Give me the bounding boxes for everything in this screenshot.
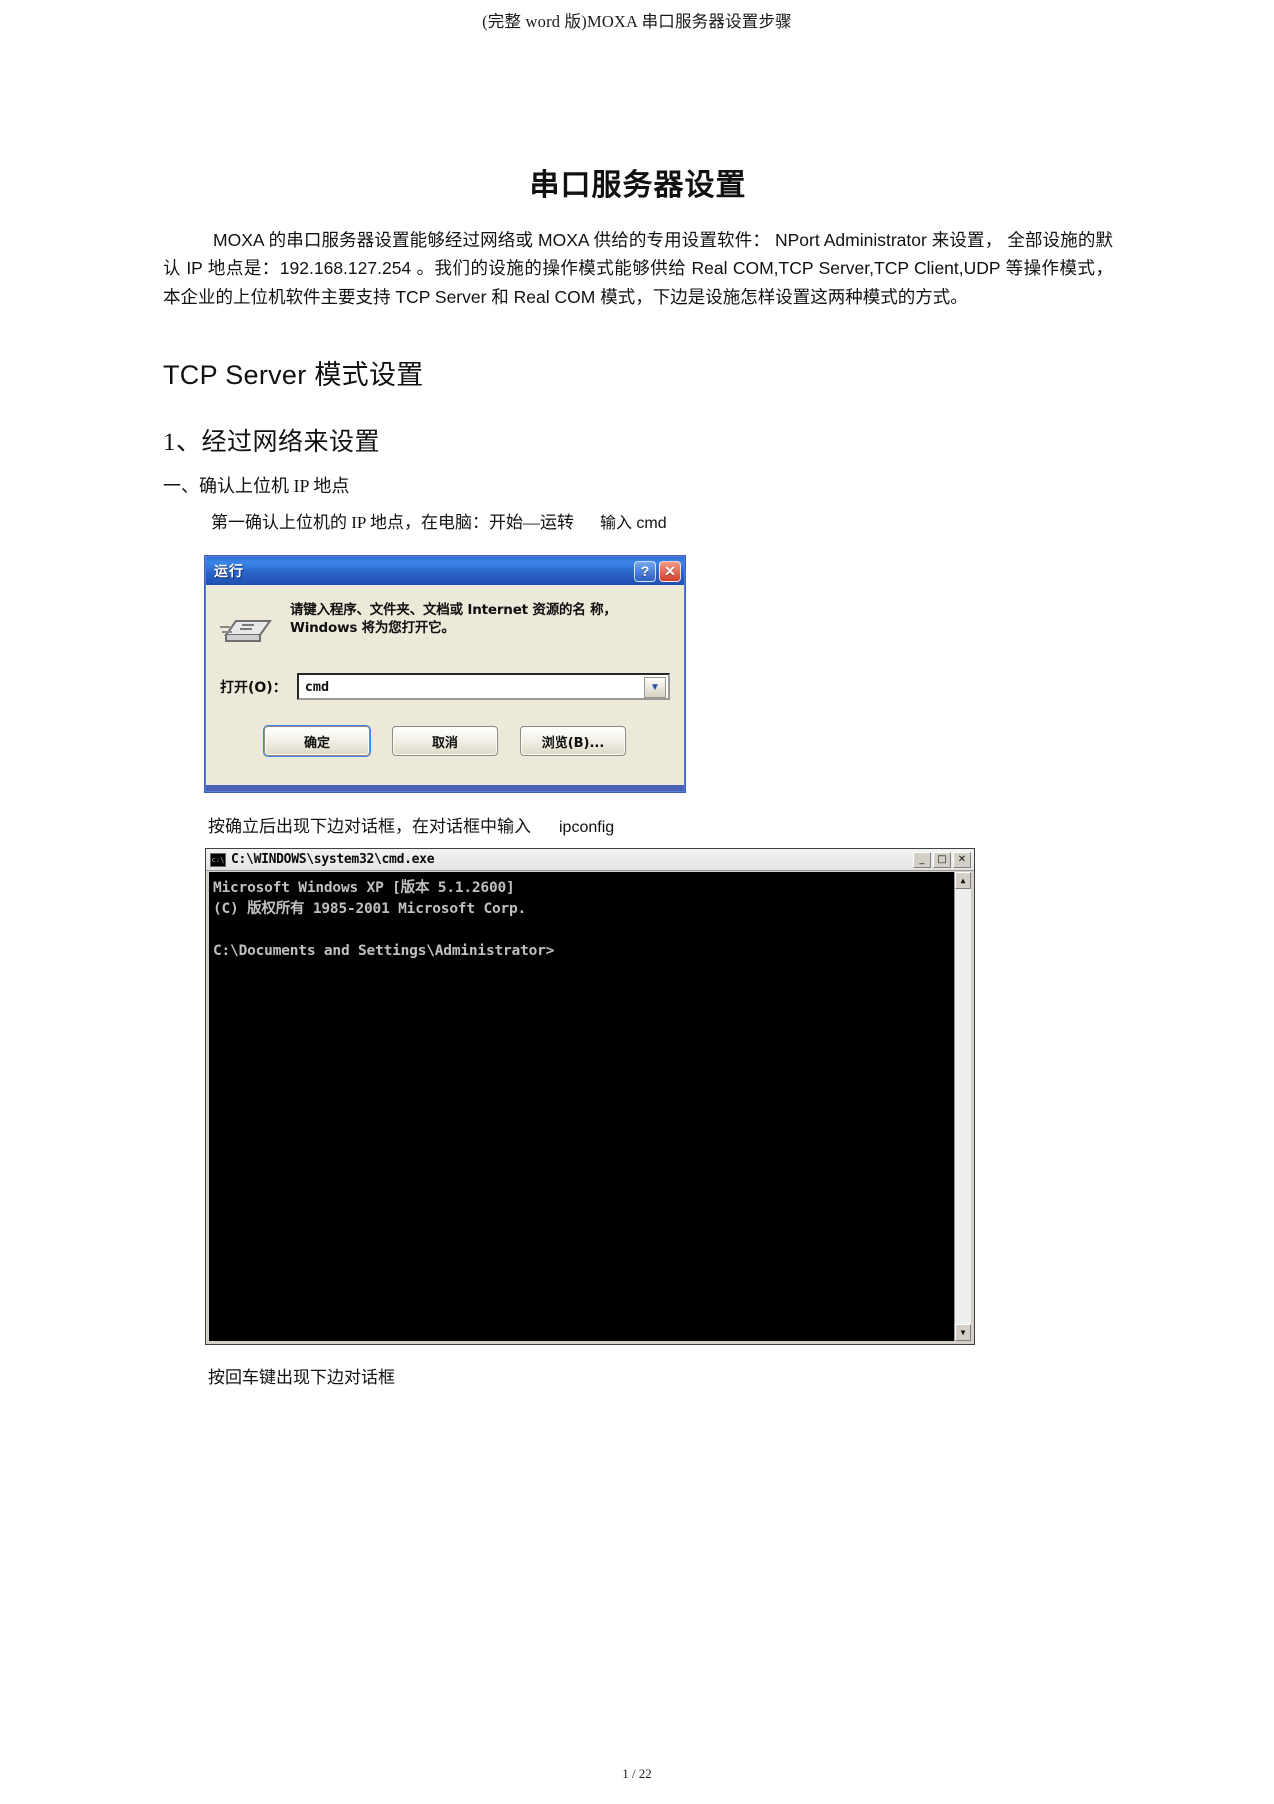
help-icon[interactable]: ? [634,560,656,582]
caption-after-run-dialog: 按确立后出现下边对话框，在对话框中输入 ipconfig [208,812,614,837]
run-dialog-titlebar-buttons: ? ✕ [634,560,681,582]
close-icon[interactable]: ✕ [659,560,681,582]
document-body: 串口服务器设置 MOXA 的串口服务器设置能够经过网络或 MOXA 供给的专用设… [163,150,1113,541]
heading-configure-via-network: 1、经过网络来设置 [163,429,381,457]
run-dialog-message-row: 请键入程序、文件夹、文档或 Internet 资源的名 称，Windows 将为… [220,601,670,649]
open-combobox[interactable]: cmd ▼ [296,673,670,700]
run-dialog-open-row: 打开(O)： cmd ▼ [220,673,670,700]
open-field-label: 打开(O)： [220,679,287,696]
run-dialog-message: 请键入程序、文件夹、文档或 Internet 资源的名 称，Windows 将为… [290,602,617,637]
open-input-value[interactable]: cmd [299,679,329,695]
run-dialog-buttons: 确定 取消 浏览(B)... [220,726,670,756]
cmd-titlebar-buttons: _ □ ✕ [913,851,971,868]
run-dialog-title: 运行 [214,563,244,579]
cmd-console-screenshot: c:\ C:\WINDOWS\system32\cmd.exe _ □ ✕ Mi… [205,848,975,1345]
scroll-down-icon[interactable]: ▼ [955,1324,971,1341]
console-line: C:\Documents and Settings\Administrator> [213,943,555,960]
run-dialog-body: 请键入程序、文件夹、文档或 Internet 资源的名 称，Windows 将为… [206,585,684,764]
minimize-icon[interactable]: _ [913,851,931,868]
cmd-window-title: C:\WINDOWS\system32\cmd.exe [231,852,435,867]
ok-button[interactable]: 确定 [264,726,370,756]
page-number: 1 / 22 [622,1766,652,1781]
cancel-button[interactable]: 取消 [392,726,498,756]
chevron-down-glyph: ▼ [650,682,660,693]
console-line: (C) 版权所有 1985-2001 Microsoft Corp. [213,901,527,918]
run-dialog-screenshot: 运行 ? ✕ 请键入程序、文件夹、文档或 Internet 资源的名 称，Win… [205,556,685,792]
page-title: 串口服务器设置 [529,169,747,202]
sub-text-open-run-main: 第一确认上位机的 IP 地点，在电脑：开始—运转 [211,513,574,533]
list-item-confirm-host-ip: 一、确认上位机 IP 地点 [163,476,350,497]
maximize-icon[interactable]: □ [933,851,951,868]
intro-paragraph-text: MOXA 的串口服务器设置能够经过网络或 MOXA 供给的专用设置软件： NPo… [163,230,1113,307]
browse-button[interactable]: 浏览(B)... [520,726,626,756]
console-icon: c:\ [210,852,226,867]
chevron-down-icon[interactable]: ▼ [644,677,666,698]
console-line: Microsoft Windows XP [版本 5.1.2600] [213,880,515,896]
cmd-titlebar: c:\ C:\WINDOWS\system32\cmd.exe _ □ ✕ [206,849,974,871]
caption-after-run-text: 按确立后出现下边对话框，在对话框中输入 [208,817,531,836]
caption-after-console: 按回车键出现下边对话框 [208,1368,395,1387]
run-dialog-titlebar: 运行 ? ✕ [206,557,684,585]
scroll-up-icon[interactable]: ▲ [955,872,971,889]
intro-paragraph: MOXA 的串口服务器设置能够经过网络或 MOXA 供给的专用设置软件： NPo… [163,226,1113,311]
sub-text-open-run-cmd: 输入 cmd [599,515,667,533]
console-output-area[interactable]: Microsoft Windows XP [版本 5.1.2600] (C) 版… [209,872,955,1341]
caption-after-run-command: ipconfig [559,819,615,836]
run-dialog-footer-bar [206,785,684,791]
console-scrollbar[interactable]: ▲ ▼ [954,872,971,1341]
scrollbar-track[interactable] [955,889,971,1324]
close-icon[interactable]: ✕ [953,851,971,868]
document-page: (完整 word 版)MOXA 串口服务器设置步骤 串口服务器设置 MOXA 的… [0,0,1274,1804]
running-header: (完整 word 版)MOXA 串口服务器设置步骤 [482,12,792,31]
heading-tcp-server-mode: TCP Server 模式设置 [163,360,424,391]
sub-text-open-run: 第一确认上位机的 IP 地点，在电脑：开始—运转 输入 cmd [211,508,1113,533]
run-program-icon [220,605,274,649]
